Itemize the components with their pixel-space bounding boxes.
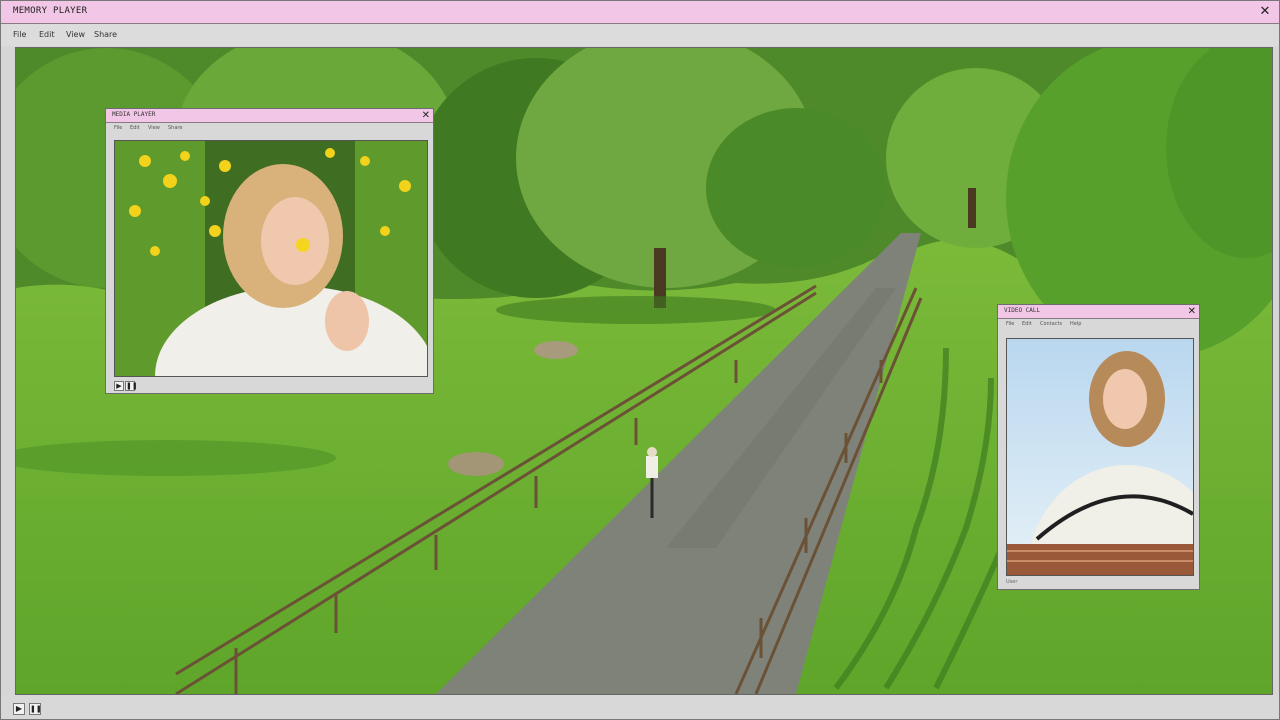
woman-with-flower-image <box>115 141 427 376</box>
call-menu-edit[interactable]: Edit <box>1022 321 1032 327</box>
call-menu-help[interactable]: Help <box>1070 321 1081 327</box>
pause-button[interactable]: ❚❚ <box>29 703 42 715</box>
media-player-title-bar[interactable]: MEDIA PLAYER ✕ <box>106 109 433 123</box>
woman-in-boat-image <box>1007 339 1193 575</box>
close-icon[interactable]: ✕ <box>1257 4 1273 20</box>
title-bar[interactable]: MEMORY PLAYER ✕ <box>1 1 1279 24</box>
menu-bar: File Edit View Share <box>1 24 1279 46</box>
media-player-close-icon[interactable]: ✕ <box>422 109 430 122</box>
media-menu-share[interactable]: Share <box>168 125 182 131</box>
call-menu-file[interactable]: File <box>1006 321 1014 327</box>
video-call-menu: File Edit Contacts Help <box>998 319 1199 330</box>
video-call-window[interactable]: VIDEO CALL ✕ File Edit Contacts Help Use… <box>997 304 1200 590</box>
call-menu-contacts[interactable]: Contacts <box>1040 321 1062 327</box>
progress-bar[interactable] <box>49 704 129 712</box>
media-menu-file[interactable]: File <box>114 125 122 131</box>
video-call-title: VIDEO CALL <box>1004 307 1041 314</box>
status-bar <box>1 695 1279 719</box>
media-menu-edit[interactable]: Edit <box>130 125 140 131</box>
play-button[interactable]: ▶ <box>13 703 25 715</box>
call-user-label: User <box>1006 579 1018 585</box>
memory-player-window: MEMORY PLAYER ✕ File Edit View Share MED… <box>0 0 1280 720</box>
video-call-title-bar[interactable]: VIDEO CALL ✕ <box>998 305 1199 319</box>
menu-share[interactable]: Share <box>94 30 117 39</box>
video-call-close-icon[interactable]: ✕ <box>1188 305 1196 318</box>
media-menu-view[interactable]: View <box>148 125 160 131</box>
video-call-feed[interactable] <box>1006 338 1194 576</box>
menu-edit[interactable]: Edit <box>39 30 55 39</box>
menu-view[interactable]: View <box>66 30 85 39</box>
media-player-window[interactable]: MEDIA PLAYER ✕ File Edit View Share ▶ ❚❚ <box>105 108 434 394</box>
media-play-button[interactable]: ▶ <box>114 381 124 391</box>
media-player-video[interactable] <box>114 140 428 377</box>
media-player-menu: File Edit View Share <box>106 123 433 134</box>
media-player-title: MEDIA PLAYER <box>112 111 156 118</box>
menu-file[interactable]: File <box>13 30 26 39</box>
window-title: MEMORY PLAYER <box>13 6 88 16</box>
media-pause-button[interactable]: ❚❚ <box>125 381 138 391</box>
